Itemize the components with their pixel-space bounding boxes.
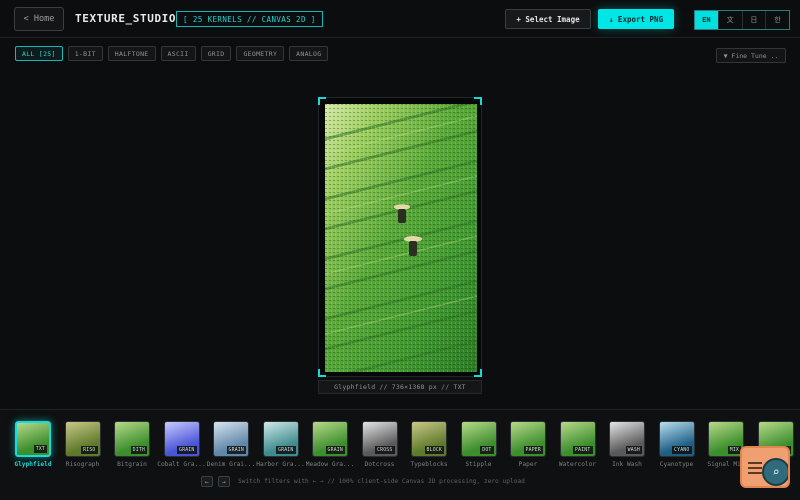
thumbnail-label: Paper [518,461,538,468]
right-arrow-key[interactable]: → [218,476,230,487]
thumbnail-tag: GRAIN [226,446,246,454]
thumbnail-label: Harbor Gra... [256,461,305,468]
thumbnail-preview: GRAIN [163,421,200,457]
filter-thumbnail[interactable]: WASH Ink Wash [609,421,645,468]
thumbnail-tag: RISO [81,446,98,454]
lang-ko-button[interactable]: 한 [766,11,789,29]
search-icon: ⌕ [762,458,788,486]
thumbnail-preview: BLOCK [411,421,447,457]
thumbnail-preview: TXT [15,421,51,457]
thumbnail-label: Glyphfield [14,461,52,468]
filter-thumbnail[interactable]: PAPER Paper [510,421,546,468]
thumbnail-tag: GRAIN [325,446,345,454]
thumbnail-tag: MIX [727,446,741,454]
thumbnail-label: Bitgrain [117,461,147,468]
thumbnail-tag: PAINT [573,446,593,454]
thumbnail-preview: GRAIN [262,421,299,457]
canvas-caption: Glyphfield // 736×1368 px // TXT [318,380,482,394]
thumbnail-tag: CROSS [375,446,395,454]
thumbnail-tag: CYANO [672,446,692,454]
lang-zh-button[interactable]: 文 [719,11,743,29]
chip-geometry[interactable]: GEOMETRY [236,46,285,61]
fine-tune-dropdown[interactable]: ▼ Fine Tune .. [716,48,786,63]
thumbnail-list: TXT Glyphfield RISO Risograph DITH Bitgrain GR… [14,421,794,468]
canvas-frame [318,97,482,377]
lang-en-button[interactable]: EN [695,11,719,29]
chip-grid[interactable]: GRID [200,46,232,61]
left-arrow-key[interactable]: ← [201,476,213,487]
filter-chips: ALL [25] 1-BIT HALFTONE ASCII GRID GEOME… [15,46,329,61]
chip-analog[interactable]: ANALOG [289,46,329,61]
thumbnail-tag: WASH [625,446,642,454]
filter-thumbnail[interactable]: DITH Bitgrain [114,421,150,468]
thumbnail-tag: BLOCK [424,446,444,454]
filter-thumbnail[interactable]: RISO Risograph [64,421,101,468]
thumbnail-label: Cobalt Gra... [157,461,206,468]
filter-thumbnail[interactable]: GRAIN Denim Grai... [207,421,255,468]
home-button[interactable]: < Home [14,7,64,31]
filter-thumbnail[interactable]: DOT Stipple [460,421,497,468]
export-png-button[interactable]: ↓ Export PNG [598,9,674,29]
thumbnail-tag: TXT [33,445,47,453]
thumbnail-preview: PAINT [559,421,596,457]
language-switcher: EN 文 日 한 [694,10,790,30]
thumbnail-preview: WASH [609,421,645,457]
select-image-button[interactable]: + Select Image [505,9,591,29]
thumbnail-label: Stipple [465,461,492,468]
filter-thumbnail[interactable]: GRAIN Cobalt Gra... [157,421,206,468]
thumbnail-tag: PAPER [523,446,543,454]
filter-thumbnail[interactable]: CROSS Dotcross [361,421,398,468]
chip-halftone[interactable]: HALFTONE [107,46,156,61]
assistant-widget-button[interactable]: ⌕ [740,446,790,488]
thumbnail-preview: DITH [114,421,150,457]
chip-ascii[interactable]: ASCII [160,46,196,61]
filter-thumbnail[interactable]: GRAIN Harbor Gra... [256,421,305,468]
thumbnail-label: Typeblocks [410,461,448,468]
keyboard-hint: ← → Switch filters with ← → // 100% clie… [201,476,525,487]
thumbnail-label: Watercolor [558,461,597,468]
hint-text: Switch filters with ← → // 100% client-s… [238,478,525,485]
thumbnail-preview: DOT [460,421,497,457]
thumbnail-preview: CYANO [658,421,695,457]
app-title: TEXTURE_STUDIO [75,12,177,25]
thumbnail-label: Meadow Gra... [305,461,355,468]
thumbnail-label: Cyanotype [659,461,694,468]
chip-1bit[interactable]: 1-BIT [67,46,103,61]
thumbnail-tag: GRAIN [276,446,296,454]
top-bar: < Home TEXTURE_STUDIO [ 25 KERNELS // CA… [0,0,800,38]
rice-field-image [325,104,477,372]
thumbnail-label: Denim Grai... [206,461,256,468]
thumbnail-preview: MIX [708,421,744,457]
thumbnail-label: Risograph [65,461,100,468]
thumbnail-label: Dotcross [364,461,395,468]
thumbnail-tag: DOT [480,446,494,454]
thumbnail-preview: GRAIN [213,421,249,457]
filter-thumbnail[interactable]: MIX Signal Mix [707,421,745,468]
thumbnail-preview: CROSS [361,421,398,457]
thumbnail-tag: GRAIN [177,446,197,454]
chip-all[interactable]: ALL [25] [15,46,63,61]
filter-thumbnail[interactable]: GRAIN Meadow Gra... [306,421,354,468]
filtered-image [325,104,477,372]
kernel-badge: [ 25 KERNELS // CANVAS 2D ] [176,11,323,27]
thumbnail-preview: GRAIN [312,421,348,457]
filter-thumbnail[interactable]: CYANO Cyanotype [658,421,695,468]
thumbnail-preview: RISO [64,421,101,457]
thumbnail-tag: DITH [130,446,147,454]
filter-thumbnail[interactable]: PAINT Watercolor [559,421,596,468]
thumbnail-preview: PAPER [510,421,546,457]
filter-thumbnail[interactable]: BLOCK Typeblocks [410,421,448,468]
filter-thumbnail[interactable]: TXT Glyphfield [14,421,52,468]
menu-icon [748,462,762,477]
lang-ja-button[interactable]: 日 [743,11,767,29]
thumbnail-label: Ink Wash [612,461,642,468]
